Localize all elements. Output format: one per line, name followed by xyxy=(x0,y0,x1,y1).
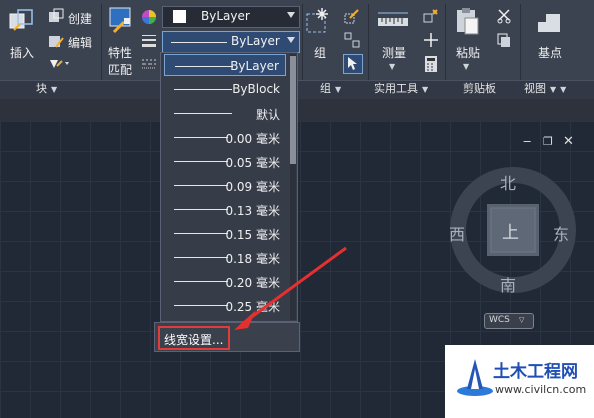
lineweight-sample xyxy=(174,137,228,138)
lineweight-sample xyxy=(174,209,228,210)
lineweight-option[interactable]: 0.09 毫米 xyxy=(164,174,286,196)
quick-select-icon[interactable] xyxy=(423,8,439,24)
lineweight-option[interactable]: 0.00 毫米 xyxy=(164,126,286,148)
lineweight-option-label: ByBlock xyxy=(232,82,280,96)
lineweight-sample xyxy=(174,281,228,282)
calculator-icon[interactable] xyxy=(423,55,439,73)
group-select-icon[interactable] xyxy=(343,54,363,74)
lineweight-sample xyxy=(174,185,228,186)
lineweight-option[interactable]: 0.13 毫米 xyxy=(164,198,286,220)
match-properties-label-2[interactable]: 匹配 xyxy=(108,61,132,78)
color-wheel-icon xyxy=(141,9,157,25)
lineweight-option[interactable]: 0.05 毫米 xyxy=(164,150,286,172)
lineweight-sample xyxy=(174,233,228,234)
chevron-down-icon xyxy=(287,12,295,18)
lineweight-option-label: 0.05 毫米 xyxy=(225,156,280,170)
lineweight-settings-label: 线宽设置... xyxy=(164,333,224,347)
watermark-logo xyxy=(457,359,493,396)
chevron-down-icon xyxy=(287,37,295,43)
lineweight-sample xyxy=(174,161,228,162)
create-block-icon[interactable] xyxy=(48,8,64,24)
match-properties-label-1[interactable]: 特性 xyxy=(108,44,132,61)
cut-icon[interactable] xyxy=(496,8,512,24)
lineweight-sample xyxy=(174,257,228,258)
create-button[interactable]: 创建 xyxy=(68,10,92,27)
viewcube-top-face[interactable]: 上 xyxy=(502,218,519,243)
scrollbar-thumb[interactable] xyxy=(290,56,296,164)
viewport-controls: ‒ ❐ ✕ xyxy=(523,134,579,151)
group-edit-icon[interactable] xyxy=(344,8,360,24)
ungroup-icon[interactable] xyxy=(344,32,360,48)
color-swatch xyxy=(173,10,186,23)
watermark-title: 土木工程网 xyxy=(493,362,578,382)
group-panel-title[interactable]: 组 ▼ xyxy=(320,80,341,98)
lineweight-sample xyxy=(174,113,232,114)
wcs-menu[interactable]: WCS ▽ xyxy=(484,313,534,329)
lineweight-option-label: 0.09 毫米 xyxy=(225,180,280,194)
insert-button[interactable]: 插入 xyxy=(10,44,34,61)
compass-north[interactable]: 北 xyxy=(500,170,516,194)
block-attributes-icon[interactable] xyxy=(48,56,72,72)
view-panel-title[interactable]: 视图 ▼ ▼ xyxy=(524,80,566,98)
lineweight-combo[interactable]: ByLayer xyxy=(162,31,300,53)
lineweight-option[interactable]: 默认 xyxy=(164,102,286,124)
paste-button[interactable]: 粘贴 xyxy=(456,44,480,61)
lineweight-settings-button[interactable]: 线宽设置... xyxy=(158,326,230,350)
lineweight-option-label: 默认 xyxy=(255,108,280,122)
lineweight-option-label: 0.13 毫米 xyxy=(225,204,280,218)
lineweight-sample xyxy=(174,305,228,306)
color-combo-value: ByLayer xyxy=(201,9,250,23)
lineweight-sample xyxy=(175,66,233,67)
paste-chevron-down-icon[interactable]: ▼ xyxy=(463,62,469,71)
lineweight-option[interactable]: ByLayer xyxy=(164,54,286,76)
restore-icon[interactable]: ❐ xyxy=(543,135,553,148)
measure-icon[interactable] xyxy=(376,10,410,32)
lineweight-icon xyxy=(141,33,157,49)
compass-south[interactable]: 南 xyxy=(500,272,516,296)
watermark-url: www.civilcn.com xyxy=(495,383,587,396)
id-point-icon[interactable] xyxy=(423,32,439,48)
measure-chevron-down-icon[interactable]: ▼ xyxy=(389,62,395,71)
color-combo[interactable]: ByLayer xyxy=(162,6,300,28)
copy-icon[interactable] xyxy=(496,32,512,48)
watermark: 土木工程网 www.civilcn.com xyxy=(445,345,594,418)
lineweight-sample xyxy=(171,42,227,43)
group-icon[interactable] xyxy=(304,6,334,36)
base-point-button[interactable]: 基点 xyxy=(538,44,562,61)
lineweight-sample xyxy=(174,89,232,90)
clipboard-panel-title[interactable]: 剪贴板 xyxy=(463,80,496,98)
lineweight-option-label: ByLayer xyxy=(230,59,279,73)
match-properties-icon[interactable] xyxy=(106,6,136,38)
paste-icon[interactable] xyxy=(454,6,480,36)
chevron-down-icon: ▽ xyxy=(519,316,525,324)
red-arrow-annotation xyxy=(234,246,347,330)
minimize-icon[interactable]: ‒ xyxy=(523,134,531,149)
compass-east[interactable]: 东 xyxy=(553,221,569,245)
lineweight-option-label: 0.00 毫米 xyxy=(225,132,280,146)
lineweight-combo-value: ByLayer xyxy=(231,34,280,48)
base-point-icon[interactable] xyxy=(534,10,564,36)
close-icon[interactable]: ✕ xyxy=(563,134,574,149)
edit-block-icon[interactable] xyxy=(48,33,64,49)
insert-block-icon[interactable] xyxy=(8,8,34,34)
lineweight-option[interactable]: ByBlock xyxy=(164,78,286,100)
edit-button[interactable]: 编辑 xyxy=(68,34,92,51)
group-button[interactable]: 组 xyxy=(314,44,326,61)
measure-button[interactable]: 测量 xyxy=(382,44,406,61)
linetype-icon xyxy=(141,57,157,71)
block-panel-title[interactable]: 块 ▼ xyxy=(36,80,57,98)
compass-west[interactable]: 西 xyxy=(449,221,465,245)
utilities-panel-title[interactable]: 实用工具 ▼ xyxy=(374,80,428,98)
